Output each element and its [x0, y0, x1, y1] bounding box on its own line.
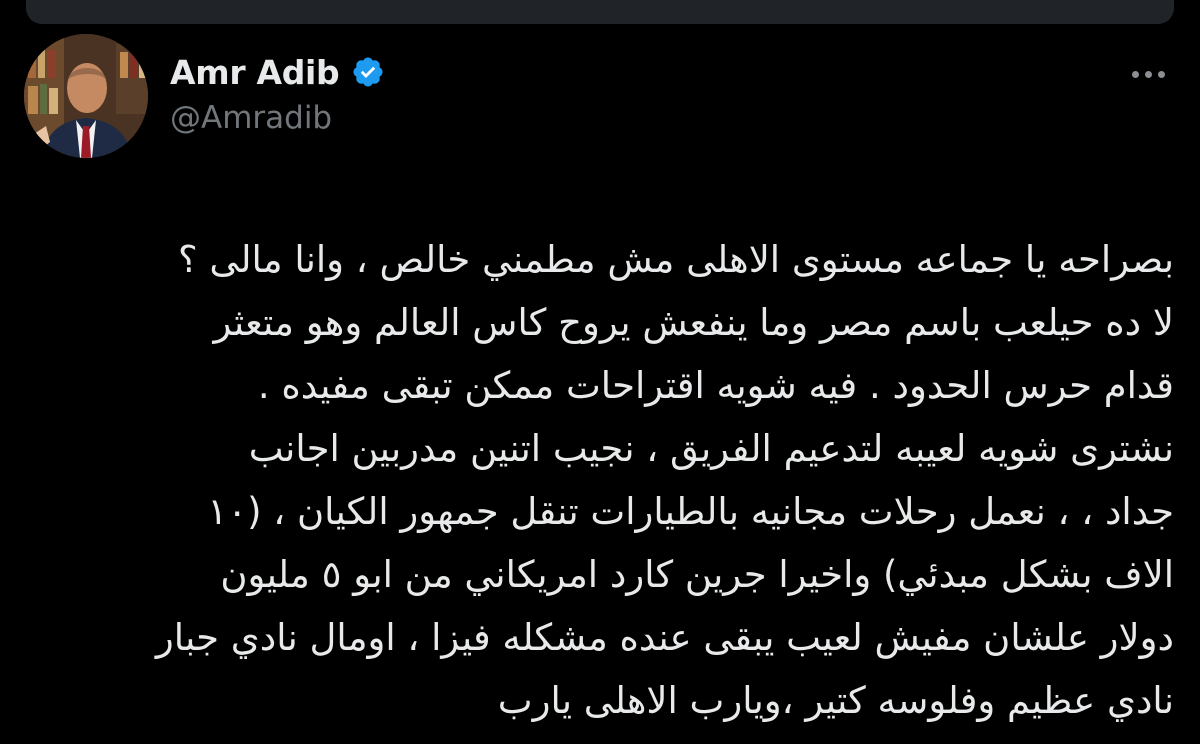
tweet-text-line: نادي عظيم وفلوسه كتير ،ويارب الاهلى يارب: [497, 679, 1174, 722]
avatar-image: [24, 34, 148, 158]
more-options-icon: [1157, 70, 1165, 78]
tweet-text-line: بصراحه يا جماعه مستوى الاهلى مش مطمني خا…: [177, 238, 1174, 281]
author-name-row[interactable]: Amr Adib: [170, 50, 385, 94]
author-display-name[interactable]: Amr Adib: [170, 53, 340, 92]
more-options-button[interactable]: [1120, 58, 1176, 90]
author-handle[interactable]: @Amradib: [170, 100, 332, 136]
more-options-icon: [1144, 70, 1152, 78]
verified-badge-icon: [351, 55, 385, 89]
more-options-icon: [1131, 70, 1139, 78]
tweet-text: بصراحه يا جماعه مستوى الاهلى مش مطمني خا…: [14, 228, 1174, 732]
tweet-text-line: دولار علشان مفيش لعيب يبقى عنده مشكله في…: [155, 616, 1174, 659]
tweet-text-line: لا ده حيلعب باسم مصر وما ينفعش يروح كاس …: [213, 301, 1174, 344]
tweet-text-line: نشترى شويه لعيبه لتدعيم الفريق ، نجيب ات…: [248, 427, 1174, 470]
tweet-text-line: الاف بشكل مبدئي) واخيرا جرين كارد امريكا…: [220, 553, 1174, 596]
tweet-text-line: جداد ، ، نعمل رحلات مجانيه بالطيارات تنق…: [207, 490, 1174, 533]
tweet-text-line: قدام حرس الحدود . فيه شويه اقتراحات ممكن…: [257, 364, 1174, 407]
profile-avatar[interactable]: [24, 34, 148, 158]
previous-tweet-card[interactable]: [26, 0, 1174, 24]
